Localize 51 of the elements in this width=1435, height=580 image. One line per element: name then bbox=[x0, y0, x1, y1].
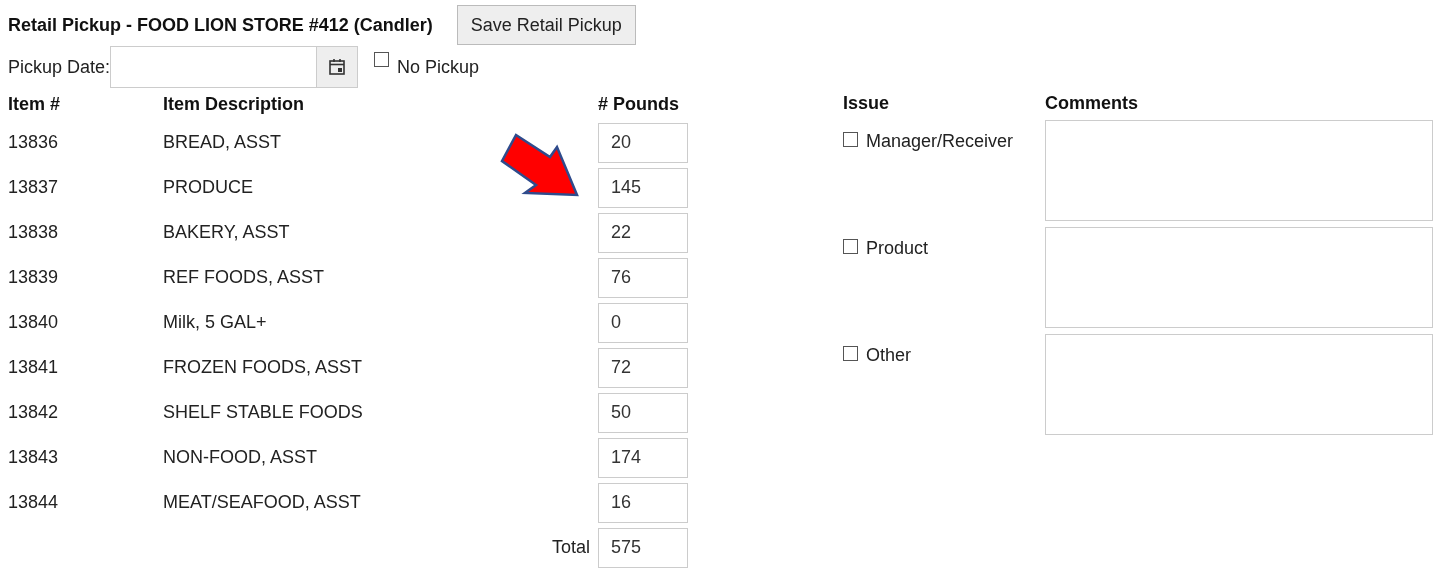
column-header: # Pounds bbox=[598, 93, 680, 116]
table-cell-text: BAKERY, ASST bbox=[163, 221, 291, 244]
table-cell-text: PRODUCE bbox=[163, 176, 254, 199]
table-cell-text: MEAT/SEAFOOD, ASST bbox=[163, 491, 362, 514]
table-cell-text: 13839 bbox=[8, 266, 60, 289]
calendar-button[interactable] bbox=[316, 46, 359, 88]
pounds-field[interactable]: 50 bbox=[598, 392, 688, 433]
calendar-icon bbox=[328, 58, 347, 76]
table-cell-text: 13836 bbox=[8, 131, 60, 154]
checkbox-label: Other bbox=[866, 344, 912, 367]
comment-field[interactable] bbox=[1045, 334, 1433, 435]
checkbox-label: No Pickup bbox=[397, 55, 480, 79]
table-cell-text: 13838 bbox=[8, 221, 60, 244]
field-label: Pickup Date: bbox=[8, 55, 111, 79]
pounds-field[interactable]: 16 bbox=[598, 482, 688, 523]
table-cell-text: REF FOODS, ASST bbox=[163, 266, 326, 289]
column-header: Item Description bbox=[163, 93, 306, 116]
pounds-field[interactable]: 20 bbox=[598, 122, 688, 163]
table-cell-text: NON-FOOD, ASST bbox=[163, 446, 318, 469]
form-title: Retail Pickup - FOOD LION STORE #412 (Candler) bbox=[8, 13, 433, 37]
column-header: Issue bbox=[843, 92, 891, 115]
save-button[interactable]: Save Retail Pickup bbox=[456, 5, 636, 45]
table-cell-text: SHELF STABLE FOODS bbox=[163, 401, 364, 424]
checkbox-label: Product bbox=[866, 237, 929, 260]
pounds-field[interactable]: 72 bbox=[598, 347, 688, 388]
pounds-field[interactable]: 0 bbox=[598, 302, 688, 343]
no-pickup-checkbox[interactable] bbox=[374, 52, 390, 67]
total-label: Total bbox=[551, 537, 590, 557]
comment-field[interactable] bbox=[1045, 227, 1433, 328]
table-cell-text: 13841 bbox=[8, 356, 60, 379]
table-cell-text: 13842 bbox=[8, 401, 60, 424]
pounds-field[interactable]: 22 bbox=[598, 212, 688, 253]
issue-checkbox[interactable] bbox=[843, 239, 858, 254]
table-cell-text: 13843 bbox=[8, 446, 60, 469]
issue-checkbox[interactable] bbox=[843, 346, 858, 361]
table-cell-text: Milk, 5 GAL+ bbox=[163, 311, 268, 334]
checkbox-label: Manager/Receiver bbox=[866, 130, 1014, 153]
pounds-field[interactable]: 76 bbox=[598, 257, 688, 298]
table-cell-text: 13844 bbox=[8, 491, 60, 514]
total-field[interactable]: 575 bbox=[598, 527, 688, 568]
issue-checkbox[interactable] bbox=[843, 132, 858, 147]
column-header: Item # bbox=[8, 93, 62, 116]
pounds-field[interactable]: 174 bbox=[598, 437, 688, 478]
table-cell-text: 13840 bbox=[8, 311, 60, 334]
date-field[interactable] bbox=[110, 46, 317, 88]
table-cell-text: BREAD, ASST bbox=[163, 131, 283, 154]
pounds-field[interactable]: 145 bbox=[598, 167, 688, 208]
table-cell-text: 13837 bbox=[8, 176, 60, 199]
comment-field[interactable] bbox=[1045, 120, 1433, 221]
column-header: Comments bbox=[1045, 92, 1139, 115]
table-cell-text: FROZEN FOODS, ASST bbox=[163, 356, 364, 379]
